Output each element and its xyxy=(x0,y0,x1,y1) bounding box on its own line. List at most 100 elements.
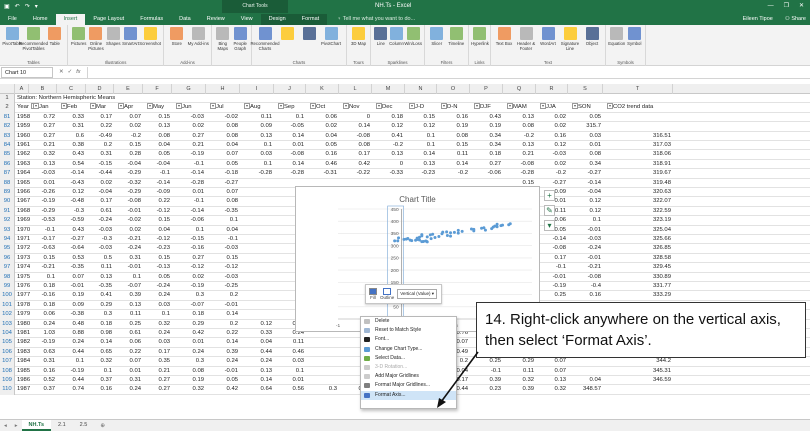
table-cell[interactable]: 0.32 xyxy=(29,150,57,159)
table-cell[interactable]: 0.07 xyxy=(536,367,568,376)
table-cell[interactable]: -0.2 xyxy=(372,141,405,150)
column-header[interactable]: S xyxy=(568,84,603,94)
table-cell[interactable]: 0.22 xyxy=(114,348,143,357)
table-cell[interactable]: 0.12 xyxy=(536,141,568,150)
table-cell[interactable] xyxy=(240,235,274,244)
line-button[interactable]: Line xyxy=(373,27,389,46)
customize-qat-icon[interactable]: ▾ xyxy=(35,3,38,10)
table-cell[interactable]: 0.09 xyxy=(57,301,86,310)
table-cell[interactable]: -0.29 xyxy=(29,207,57,216)
table-cell[interactable]: 0.14 xyxy=(339,122,372,131)
table-cell[interactable]: 0.14 xyxy=(274,132,306,141)
table-cell[interactable]: 0.32 xyxy=(536,385,568,394)
table-cell[interactable]: 0.43 xyxy=(470,113,503,122)
table-cell[interactable]: -0.12 xyxy=(143,207,172,216)
table-cell[interactable]: 0.32 xyxy=(503,376,536,385)
tab-home[interactable]: Home xyxy=(25,14,56,25)
data-point[interactable] xyxy=(452,230,456,234)
table-cell[interactable]: 318.06 xyxy=(603,150,673,159)
table-cell[interactable]: 0.02 xyxy=(536,160,568,169)
table-cell[interactable]: 0.1 xyxy=(240,160,274,169)
table-cell[interactable]: 344.2 xyxy=(603,357,673,366)
table-cell[interactable]: 0.15 xyxy=(29,254,57,263)
table-cell[interactable]: -0.27 xyxy=(568,169,603,178)
table-cell[interactable]: 0.32 xyxy=(172,385,206,394)
table-cell[interactable]: 0.15 xyxy=(143,113,172,122)
table-cell[interactable]: 0.11 xyxy=(86,263,114,272)
table-cell[interactable]: 0.37 xyxy=(29,385,57,394)
save-icon[interactable]: ▣ xyxy=(4,3,10,10)
table-cell[interactable]: 0.08 xyxy=(339,141,372,150)
table-cell[interactable] xyxy=(306,367,339,376)
header-cell[interactable]: DJF xyxy=(470,102,503,112)
table-cell[interactable]: 1965 xyxy=(15,179,30,188)
table-cell[interactable]: 0.13 xyxy=(240,132,274,141)
data-point[interactable] xyxy=(429,237,433,241)
table-cell[interactable]: 0.13 xyxy=(114,301,143,310)
table-cell[interactable]: 317.03 xyxy=(603,141,673,150)
table-cell[interactable]: 0.01 xyxy=(172,188,206,197)
table-cell[interactable]: -0.01 xyxy=(206,301,240,310)
table-cell[interactable]: 0.1 xyxy=(405,141,437,150)
tab-insert[interactable]: Insert xyxy=(55,14,86,25)
table-cell[interactable]: 315.7 xyxy=(568,122,603,131)
table-cell[interactable]: 0.04 xyxy=(143,226,172,235)
menu-item-delete[interactable]: Delete xyxy=(361,317,456,326)
name-box[interactable]: Chart 10 xyxy=(1,66,53,78)
menu-item-format-major-gridlines[interactable]: Format Major Gridlines... xyxy=(361,381,456,390)
column-header[interactable]: N xyxy=(405,84,437,94)
table-cell[interactable]: 1959 xyxy=(15,122,30,131)
filter-dropdown-icon[interactable] xyxy=(376,102,382,109)
table-cell[interactable]: 0.02 xyxy=(86,179,114,188)
table-cell[interactable]: 0.88 xyxy=(57,329,86,338)
table-cell[interactable]: -0.04 xyxy=(143,160,172,169)
table-cell[interactable]: 0.63 xyxy=(29,348,57,357)
table-cell[interactable]: 0.12 xyxy=(372,122,405,131)
table-cell[interactable]: 0.18 xyxy=(86,320,114,329)
table-cell[interactable]: 319.67 xyxy=(603,169,673,178)
table-cell[interactable]: 0.24 xyxy=(114,385,143,394)
table-cell[interactable]: 0.12 xyxy=(57,188,86,197)
table-cell[interactable]: 0.08 xyxy=(206,197,240,206)
column-header[interactable]: M xyxy=(372,84,405,94)
table-cell[interactable]: -0.27 xyxy=(57,235,86,244)
filter-dropdown-icon[interactable] xyxy=(507,102,513,109)
table-cell[interactable]: 0.2 xyxy=(206,291,240,300)
table-cell[interactable]: 348.57 xyxy=(568,385,603,394)
table-cell[interactable]: 0.01 xyxy=(172,338,206,347)
header-cell[interactable]: Aug xyxy=(240,102,274,112)
table-cell[interactable]: 0.01 xyxy=(29,179,57,188)
data-point[interactable] xyxy=(397,236,401,240)
table-cell[interactable]: -0.1 xyxy=(29,226,57,235)
row-number[interactable]: 110 xyxy=(0,385,15,395)
table-cell[interactable]: -0.04 xyxy=(86,188,114,197)
table-cell[interactable]: -0.01 xyxy=(114,207,143,216)
scroll-right-icon[interactable]: ▸ xyxy=(11,423,22,429)
table-cell[interactable]: -0.1 xyxy=(470,367,503,376)
win-loss-button[interactable]: Win/Loss xyxy=(404,27,422,46)
slicer-button[interactable]: Slicer xyxy=(427,27,447,46)
table-cell[interactable]: 0.08 xyxy=(143,132,172,141)
table-cell[interactable]: 0.13 xyxy=(503,113,536,122)
column-header[interactable]: K xyxy=(306,84,339,94)
data-point[interactable] xyxy=(449,231,453,235)
table-cell[interactable]: 0.31 xyxy=(86,150,114,159)
table-cell[interactable]: 0.21 xyxy=(503,150,536,159)
table-cell[interactable]: -0.19 xyxy=(57,367,86,376)
table-cell[interactable]: -0.23 xyxy=(405,169,437,178)
table-cell[interactable]: 0.15 xyxy=(143,254,172,263)
table-cell[interactable]: -0.19 xyxy=(172,282,206,291)
table-cell[interactable]: 0.43 xyxy=(57,226,86,235)
header-cell[interactable]: Nov xyxy=(339,102,372,112)
object-button[interactable]: Object xyxy=(581,27,603,46)
table-cell[interactable]: 0.08 xyxy=(206,132,240,141)
table-cell[interactable]: 0.11 xyxy=(437,150,470,159)
row-number[interactable]: 103 xyxy=(0,319,15,329)
header-cell[interactable]: Apr xyxy=(114,102,143,112)
table-cell[interactable]: 1975 xyxy=(15,273,30,282)
table-cell[interactable]: 1962 xyxy=(15,150,30,159)
table-cell[interactable]: 0.27 xyxy=(29,132,57,141)
table-cell[interactable]: -0.18 xyxy=(206,169,240,178)
data-point[interactable] xyxy=(456,228,460,232)
table-cell[interactable]: 0.11 xyxy=(503,367,536,376)
